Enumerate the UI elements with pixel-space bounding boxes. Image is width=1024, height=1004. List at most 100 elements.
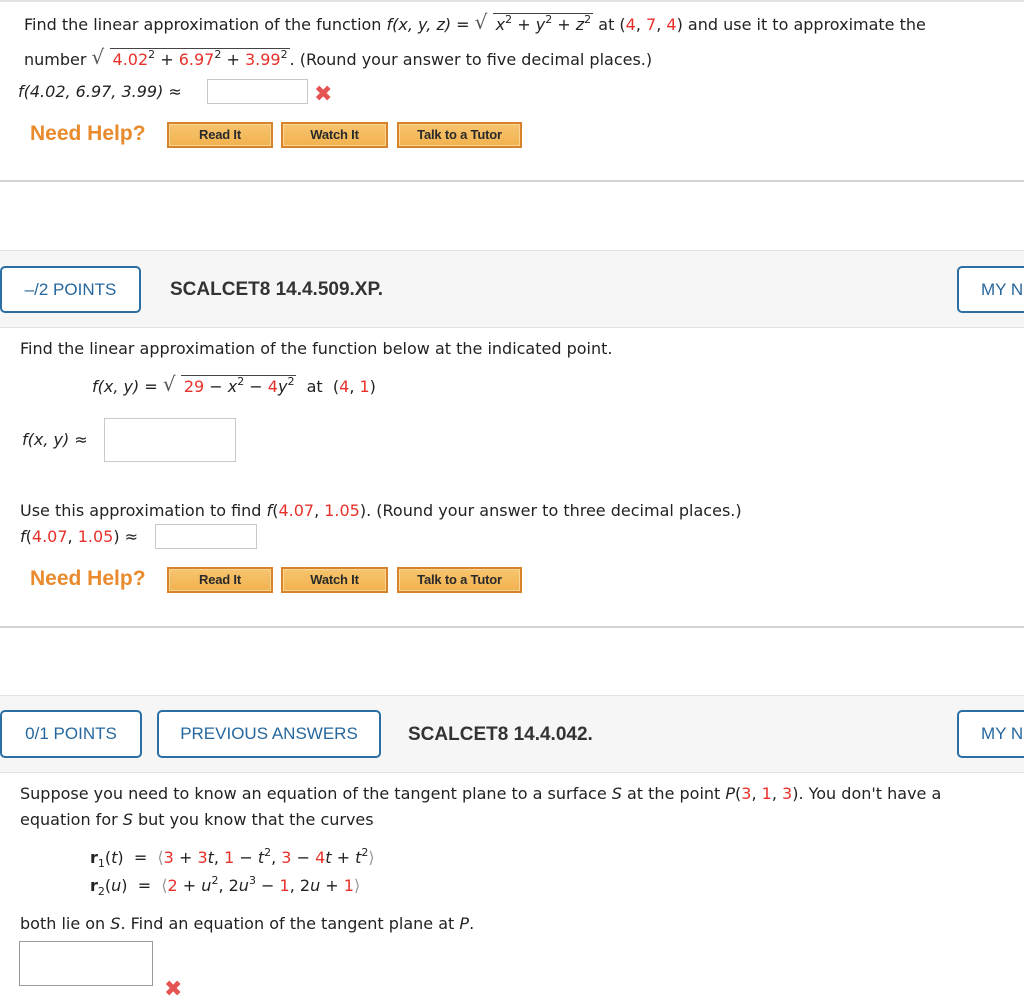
q1-answer-label: f(4.02, 6.97, 3.99) ≈ xyxy=(18,82,182,101)
q2-text: . (Round your answer to three decimal pl… xyxy=(366,501,742,520)
point-coord: 1.05 xyxy=(77,527,114,546)
q3-header: 0/1 POINTS PREVIOUS ANSWERS SCALCET8 14.… xyxy=(0,696,1024,772)
q2-approx-input[interactable] xyxy=(104,418,236,462)
q3-prompt-line2: equation for S but you know that the cur… xyxy=(20,810,374,829)
point-coord: 1.05 xyxy=(324,501,360,520)
q3-prompt-line1: Suppose you need to know an equation of … xyxy=(20,784,942,803)
divider xyxy=(0,327,1024,328)
top-divider xyxy=(0,0,1024,2)
param-u: u xyxy=(111,876,122,895)
num-value: 6.97 xyxy=(178,50,215,69)
q1-prompt-line2: number 4.022 + 6.972 + 3.992. (Round you… xyxy=(24,45,653,69)
coef: 4 xyxy=(267,377,278,396)
surface-S: S xyxy=(122,810,133,829)
num-value: 4.02 xyxy=(112,50,149,69)
q3-question-id: SCALCET8 14.4.042. xyxy=(408,724,593,745)
q1-talk-to-tutor-button[interactable]: Talk to a Tutor xyxy=(397,122,522,148)
point-coord: 1 xyxy=(761,784,772,803)
point-P: P xyxy=(725,784,736,803)
q2-need-help-label: Need Help? xyxy=(30,567,146,590)
q2-question-id: SCALCET8 14.4.509.XP. xyxy=(170,279,383,300)
q3-text: at the point xyxy=(621,784,726,803)
point-P: P xyxy=(459,914,470,933)
exp: 2 xyxy=(584,13,592,26)
point-coord: 4.07 xyxy=(31,527,68,546)
op: + xyxy=(552,15,576,34)
q1-sqrt: x2 + y2 + z2 xyxy=(475,10,594,34)
q1-text: at ( xyxy=(593,15,626,34)
q3-previous-answers-button[interactable]: PREVIOUS ANSWERS xyxy=(157,710,381,758)
var-x: x xyxy=(227,377,238,396)
q2-points-badge[interactable]: –/2 POINTS xyxy=(0,266,141,313)
q1-watch-it-button[interactable]: Watch It xyxy=(281,122,388,148)
q3-my-notes-button[interactable]: MY N xyxy=(957,710,1024,758)
subscript: 1 xyxy=(97,857,105,870)
point-coord: 1 xyxy=(359,377,370,396)
surface-S: S xyxy=(110,914,121,933)
num-value: 3.99 xyxy=(244,50,281,69)
q2-read-it-button[interactable]: Read It xyxy=(167,567,273,593)
divider xyxy=(0,180,1024,182)
q2-approx-label: f(x, y) ≈ xyxy=(22,430,88,449)
point-coord: 3 xyxy=(741,784,752,803)
var-z: z xyxy=(575,15,585,34)
q2-answer-label: f(4.07, 1.05) ≈ xyxy=(20,527,139,546)
op: − xyxy=(204,377,228,396)
q3-text: but you know that the curves xyxy=(132,810,374,829)
divider xyxy=(0,772,1024,773)
point-coord: 4 xyxy=(625,15,636,34)
incorrect-x-icon: ✖ xyxy=(314,82,333,107)
q3-text: equation for xyxy=(20,810,123,829)
q2-function: f(x, y) = 29 − x2 − 4y2 at (4, 1) xyxy=(92,372,376,396)
q1-answer-input[interactable] xyxy=(207,79,308,104)
q2-text: ) ≈ xyxy=(113,527,139,546)
exp: 2 xyxy=(280,48,288,61)
q1-number-sqrt: 4.022 + 6.972 + 3.992 xyxy=(92,45,290,69)
subscript: 2 xyxy=(97,885,105,898)
divider xyxy=(0,626,1024,628)
point-coord: 4 xyxy=(339,377,350,396)
q2-sqrt: 29 − x2 − 4y2 xyxy=(163,372,297,396)
op: + xyxy=(221,50,245,69)
q3-text: Suppose you need to know an equation of … xyxy=(20,784,612,803)
q2-my-notes-button[interactable]: MY N xyxy=(957,266,1024,313)
q1-read-it-button[interactable]: Read It xyxy=(167,122,273,148)
q3-curve-r1: r1(t) = ⟨3 + 3t, 1 − t2, 3 − 4t + t2⟩ xyxy=(90,846,375,870)
point-coord: 3 xyxy=(782,784,793,803)
q1-text: ) and use it to approximate the xyxy=(676,15,926,34)
exp: 2 xyxy=(287,375,295,388)
q3-points-badge[interactable]: 0/1 POINTS xyxy=(0,710,142,758)
r2-symbol: r xyxy=(90,876,98,895)
op: + xyxy=(155,50,179,69)
q3-text: both lie on xyxy=(20,914,111,933)
point-coord: 7 xyxy=(646,15,657,34)
q3-answer-input[interactable] xyxy=(19,941,153,986)
q3-text: ). You don't have a xyxy=(792,784,942,803)
param-t: t xyxy=(111,848,118,867)
q3-curve-r2: r2(u) = ⟨2 + u2, 2u3 − 1, 2u + 1⟩ xyxy=(90,874,361,898)
op: + xyxy=(512,15,536,34)
q1-need-help-label: Need Help? xyxy=(30,122,146,145)
q2-text: Use this approximation to find xyxy=(20,501,267,520)
r1-symbol: r xyxy=(90,848,98,867)
q2-header: –/2 POINTS SCALCET8 14.4.509.XP. MY N xyxy=(0,251,1024,327)
q2-at: at xyxy=(306,377,323,396)
q2-func-lhs: f(x, y) = xyxy=(92,377,163,396)
var-y: y xyxy=(535,15,546,34)
var-x: x xyxy=(495,15,506,34)
incorrect-x-icon: ✖ xyxy=(164,977,183,1002)
q2-watch-it-button[interactable]: Watch It xyxy=(281,567,388,593)
q3-text: . xyxy=(469,914,475,933)
q1-answer-label-text: f(4.02, 6.97, 3.99) ≈ xyxy=(18,82,182,101)
q2-use-prompt: Use this approximation to find f(4.07, 1… xyxy=(20,501,742,520)
q3-text: . Find an equation of the tangent plane … xyxy=(120,914,460,933)
op: − xyxy=(244,377,268,396)
q1-text: . (Round your answer to five decimal pla… xyxy=(289,50,653,69)
q2-talk-to-tutor-button[interactable]: Talk to a Tutor xyxy=(397,567,522,593)
point-coord: 4.07 xyxy=(278,501,315,520)
q2-answer-input[interactable] xyxy=(155,524,257,549)
q1-func-lhs: f(x, y, z) = xyxy=(386,15,475,34)
q1-text: Find the linear approximation of the fun… xyxy=(24,15,387,34)
point-coord: 4 xyxy=(666,15,677,34)
q1-prompt-line1: Find the linear approximation of the fun… xyxy=(24,10,926,34)
